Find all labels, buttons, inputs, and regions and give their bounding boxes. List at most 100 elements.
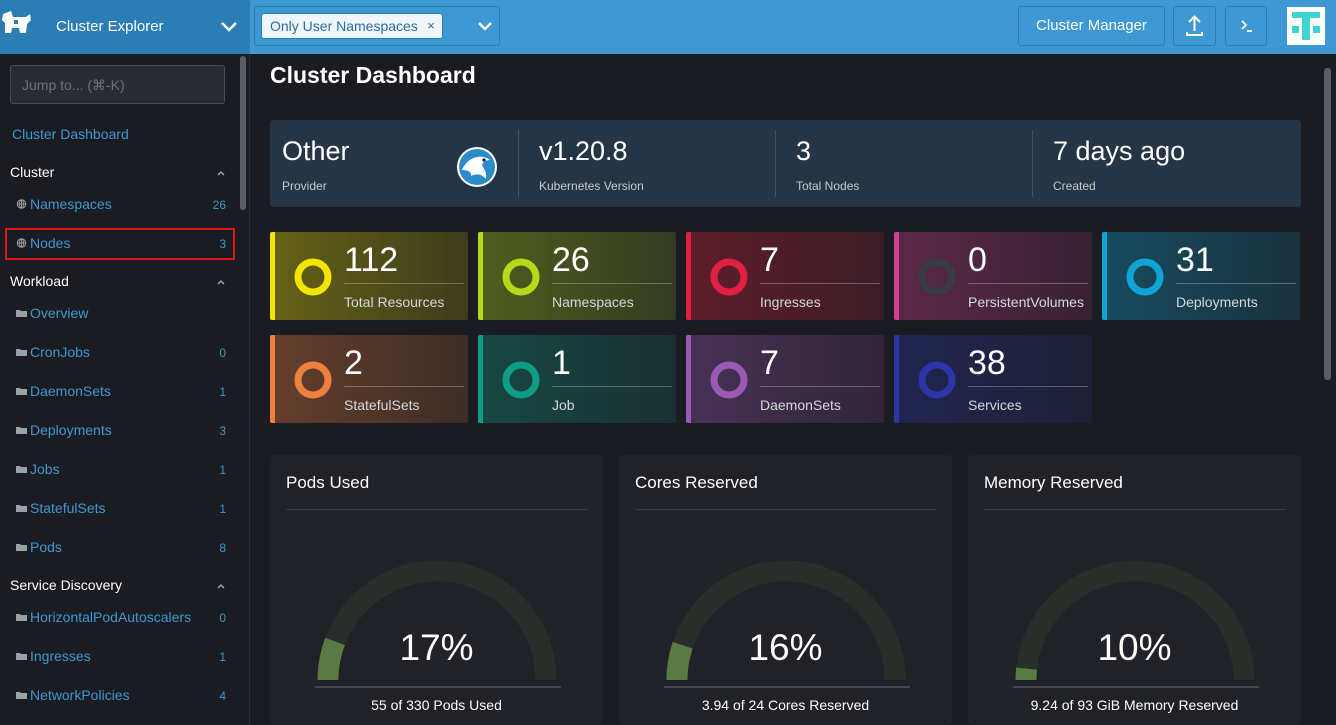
chevron-down-icon[interactable] [220,20,238,34]
cluster-manager-button[interactable]: Cluster Manager [1018,6,1165,46]
tile-statefulsets[interactable]: 2 StatefulSets [270,335,468,423]
gauge-divider [286,509,588,510]
folder-icon [16,653,27,660]
sidebar-group-workload[interactable]: Workload [10,273,69,289]
import-yaml-button[interactable] [1173,6,1216,46]
folder-icon [16,505,27,512]
sidebar-item-label: HorizontalPodAutoscalers [30,609,192,625]
tile-divider [760,386,880,387]
tile-value: 31 [1176,241,1214,279]
jump-to-input[interactable]: Jump to... (⌘-K) [10,65,225,104]
sidebar-item-count: 1 [219,385,226,399]
folder-icon [16,427,27,434]
summary-divider [1032,130,1033,197]
sidebar-item-deployments[interactable]: Deployments 3 [16,421,228,441]
sidebar-item-label: Deployments [30,422,112,438]
gauge-percent: 16% [748,627,823,668]
folder-icon [16,544,27,551]
sidebar-item-statefulsets[interactable]: StatefulSets 1 [16,499,228,519]
sidebar-item-count: 4 [219,689,226,703]
namespace-filter-chip[interactable]: Only User Namespaces × [261,13,443,39]
ring-icon [710,361,748,399]
sidebar-item-namespaces[interactable]: Namespaces 26 [16,195,228,215]
top-header: Cluster Explorer Only User Namespaces × … [0,0,1336,54]
sidebar-item-count: 3 [219,424,226,438]
ring-icon [294,258,332,296]
sidebar-item-label: Overview [30,305,89,321]
gauge-divider [664,686,910,688]
tile-services[interactable]: 38 Services [894,335,1092,423]
gauge-divider [635,509,937,510]
chip-remove-icon[interactable]: × [427,14,435,38]
sidebar-item-jobs[interactable]: Jobs 1 [16,460,228,480]
chevron-up-icon[interactable] [216,278,226,286]
summary-label: Provider [282,179,327,193]
tile-label: PersistentVolumes [968,294,1084,310]
tile-namespaces[interactable]: 26 Namespaces [478,232,676,320]
sidebar-item-count: 1 [219,502,226,516]
sidebar-item-label: StatefulSets [30,500,106,516]
sidebar-item-count: 8 [219,541,226,555]
tile-label: Ingresses [760,294,821,310]
tile-persistent-volumes[interactable]: 0 PersistentVolumes [894,232,1092,320]
ring-icon [294,361,332,399]
chevron-up-icon[interactable] [216,582,226,590]
tile-total-resources[interactable]: 112 Total Resources [270,232,468,320]
gauge-caption: 9.24 of 93 GiB Memory Reserved [1030,697,1239,713]
gauge-caption: 3.94 of 24 Cores Reserved [701,697,870,713]
summary-divider [518,130,519,197]
tile-value: 112 [344,241,399,279]
ring-icon [918,258,956,296]
sidebar-item-daemonsets[interactable]: DaemonSets 1 [16,382,228,402]
sidebar-item-cronjobs[interactable]: CronJobs 0 [16,343,228,363]
summary-label: Created [1053,179,1096,193]
chevron-down-icon[interactable] [477,20,493,32]
main-scrollbar[interactable] [1324,68,1331,380]
namespace-filter[interactable]: Only User Namespaces × [254,6,500,46]
gauge-divider [1013,686,1259,688]
tile-job[interactable]: 1 Job [478,335,676,423]
gauge-card-cores: Cores Reserved 16% 3.94 of 24 Cores Rese… [619,455,952,725]
sidebar-item-pods[interactable]: Pods 8 [16,538,228,558]
sidebar-group-service-discovery[interactable]: Service Discovery [10,577,122,593]
summary-value: 7 days ago [1053,136,1186,166]
sidebar-item-hpa[interactable]: HorizontalPodAutoscalers 0 [16,608,228,628]
chevron-up-icon[interactable] [216,169,226,177]
summary-k8s-version: v1.20.8 Kubernetes Version [527,120,775,207]
tile-label: StatefulSets [344,397,420,413]
summary-created: 7 days ago Created [1041,120,1291,207]
summary-provider: Other Provider [270,120,516,207]
tile-divider [760,283,880,284]
gauge-title: Memory Reserved [984,473,1123,492]
sidebar-item-overview[interactable]: Overview [16,304,228,324]
gauge-fill [1015,667,1038,680]
sidebar-item-label: Namespaces [30,196,112,212]
sidebar-item-count: 0 [219,611,226,625]
globe-icon [16,199,27,209]
summary-value: Other [282,136,350,166]
ring-icon [1126,258,1164,296]
sidebar-item-ingresses[interactable]: Ingresses 1 [16,647,228,667]
gauge-divider [315,686,561,688]
ring-icon [502,258,540,296]
kubectl-shell-button[interactable] [1225,6,1267,46]
sidebar-item-networkpolicies[interactable]: NetworkPolicies 4 [16,686,228,706]
gauge-caption: 55 of 330 Pods Used [371,697,502,713]
sidebar-link-cluster-dashboard[interactable]: Cluster Dashboard [12,126,129,142]
tile-ingresses[interactable]: 7 Ingresses [686,232,884,320]
sidebar-group-cluster[interactable]: Cluster [10,164,54,180]
gauge-title: Pods Used [286,473,370,492]
tile-label: DaemonSets [760,397,841,413]
user-avatar[interactable] [1287,7,1325,45]
gauge-title: Cores Reserved [635,473,758,492]
sidebar-scrollbar[interactable] [240,56,246,210]
page-title: Cluster Dashboard [270,62,476,88]
tile-deployments[interactable]: 31 Deployments [1102,232,1300,320]
sidebar: Jump to... (⌘-K) Cluster Dashboard Clust… [0,54,250,725]
sidebar-item-count: 0 [219,346,226,360]
tile-daemonsets[interactable]: 7 DaemonSets [686,335,884,423]
rancher-logo-icon [2,11,31,33]
brand-menu[interactable]: Cluster Explorer [0,0,250,54]
provider-logo-icon [457,147,497,187]
summary-label: Total Nodes [796,179,860,193]
